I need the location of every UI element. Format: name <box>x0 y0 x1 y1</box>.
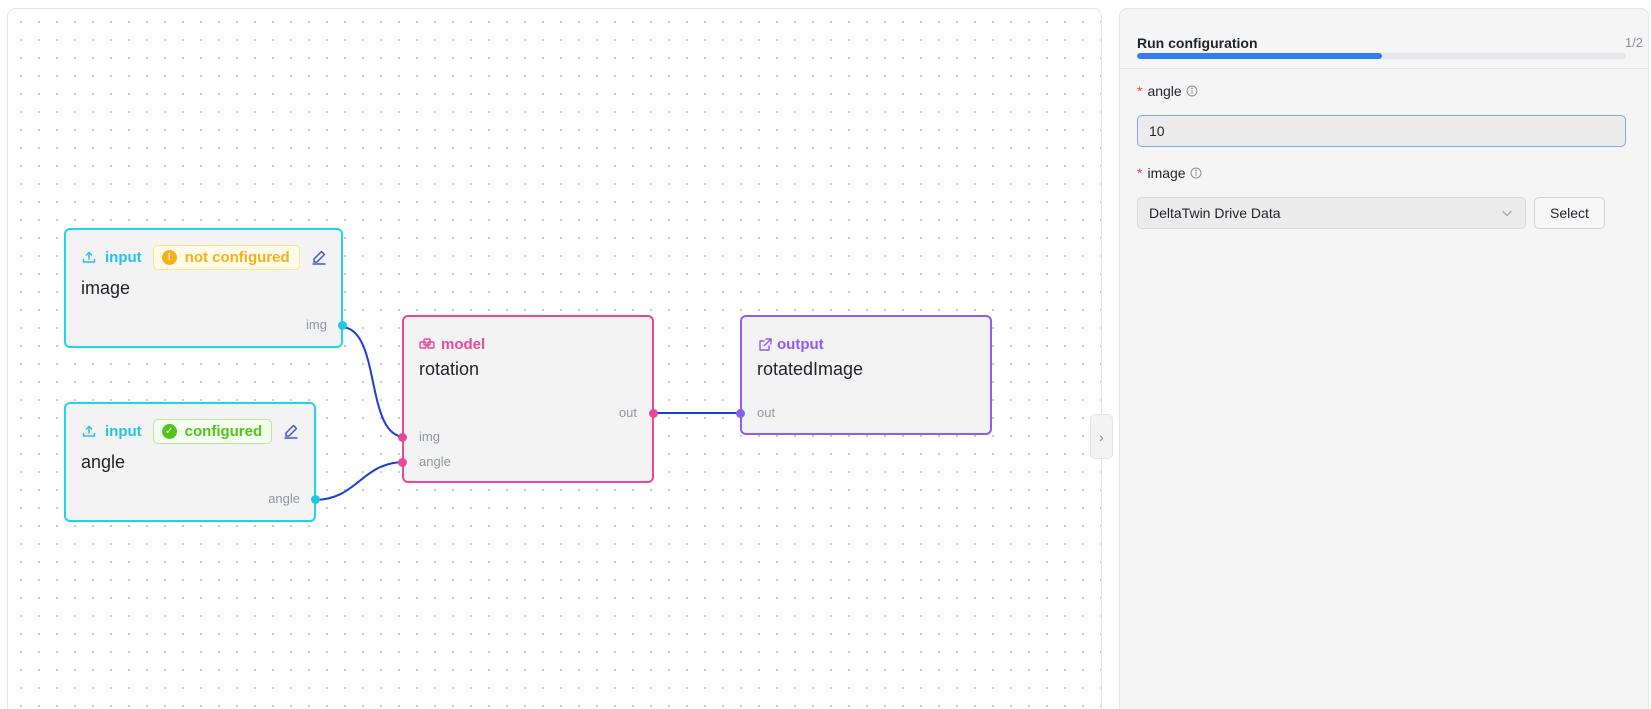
edge-angle[interactable] <box>313 461 406 501</box>
external-link-icon <box>757 336 773 352</box>
upload-icon <box>81 423 97 439</box>
node-title: rotation <box>419 359 480 379</box>
status-text: configured <box>184 422 263 440</box>
label-text: angle <box>1147 83 1182 99</box>
angle-input[interactable] <box>1137 115 1626 147</box>
image-source-select[interactable]: DeltaTwin Drive Data <box>1137 197 1526 229</box>
node-title: image <box>81 278 131 298</box>
warning-icon: ! <box>161 249 177 265</box>
image-field-label: * image <box>1137 165 1202 181</box>
label-text: image <box>1147 165 1186 181</box>
node-type-label: model <box>441 335 486 353</box>
node-type-label: output <box>777 335 824 353</box>
step-indicator: 1/2 <box>1624 35 1643 50</box>
port-label-in: out <box>757 405 776 420</box>
panel-title: Run configuration <box>1137 35 1258 51</box>
input-port[interactable] <box>398 458 407 467</box>
node-angle-input[interactable]: input ✓ configured angle angle <box>64 402 320 522</box>
status-badge: ✓ configured <box>152 418 273 444</box>
progress-bar <box>1137 53 1626 59</box>
angle-field-label: * angle <box>1137 83 1198 99</box>
port-label-in: angle <box>419 454 451 469</box>
progress-fill <box>1137 53 1382 59</box>
output-port[interactable] <box>338 321 347 330</box>
node-title: rotatedImage <box>757 359 864 379</box>
edit-icon[interactable] <box>282 422 300 440</box>
node-type-label: input <box>105 248 142 266</box>
info-icon[interactable] <box>1186 85 1198 97</box>
node-type-label: input <box>105 422 142 440</box>
port-label-out: out <box>618 405 637 420</box>
output-port[interactable] <box>649 409 658 418</box>
upload-icon <box>81 249 97 265</box>
status-badge: ! not configured <box>152 244 300 270</box>
required-mark: * <box>1137 165 1143 181</box>
required-mark: * <box>1137 83 1143 99</box>
model-icon <box>419 336 435 352</box>
port-label-out: angle <box>268 491 300 506</box>
node-title: angle <box>81 452 126 472</box>
workflow-canvas[interactable]: input ! not configured image img input ✓… <box>7 8 1102 709</box>
node-image-input[interactable]: input ! not configured image img <box>64 228 347 348</box>
info-icon[interactable] <box>1190 167 1202 179</box>
edit-icon[interactable] <box>310 248 328 266</box>
collapse-panel-button[interactable]: › <box>1090 414 1113 459</box>
chevron-right-icon: › <box>1099 428 1104 445</box>
port-label-out: img <box>306 317 327 332</box>
port-label-in: img <box>419 429 440 444</box>
run-configuration-panel: Run configuration 1/2 * angle * image De… <box>1119 8 1649 709</box>
status-text: not configured <box>184 248 290 266</box>
output-port[interactable] <box>311 495 320 504</box>
input-port[interactable] <box>398 433 407 442</box>
divider <box>1120 68 1648 69</box>
select-button[interactable]: Select <box>1534 197 1605 229</box>
input-port[interactable] <box>736 409 745 418</box>
select-value: DeltaTwin Drive Data <box>1149 205 1281 221</box>
node-output[interactable]: output rotatedImage out <box>736 315 992 435</box>
chevron-down-icon <box>1500 206 1514 220</box>
check-icon: ✓ <box>161 423 177 439</box>
node-model[interactable]: model rotation out img angle <box>398 315 658 483</box>
edge-img[interactable] <box>340 326 406 438</box>
